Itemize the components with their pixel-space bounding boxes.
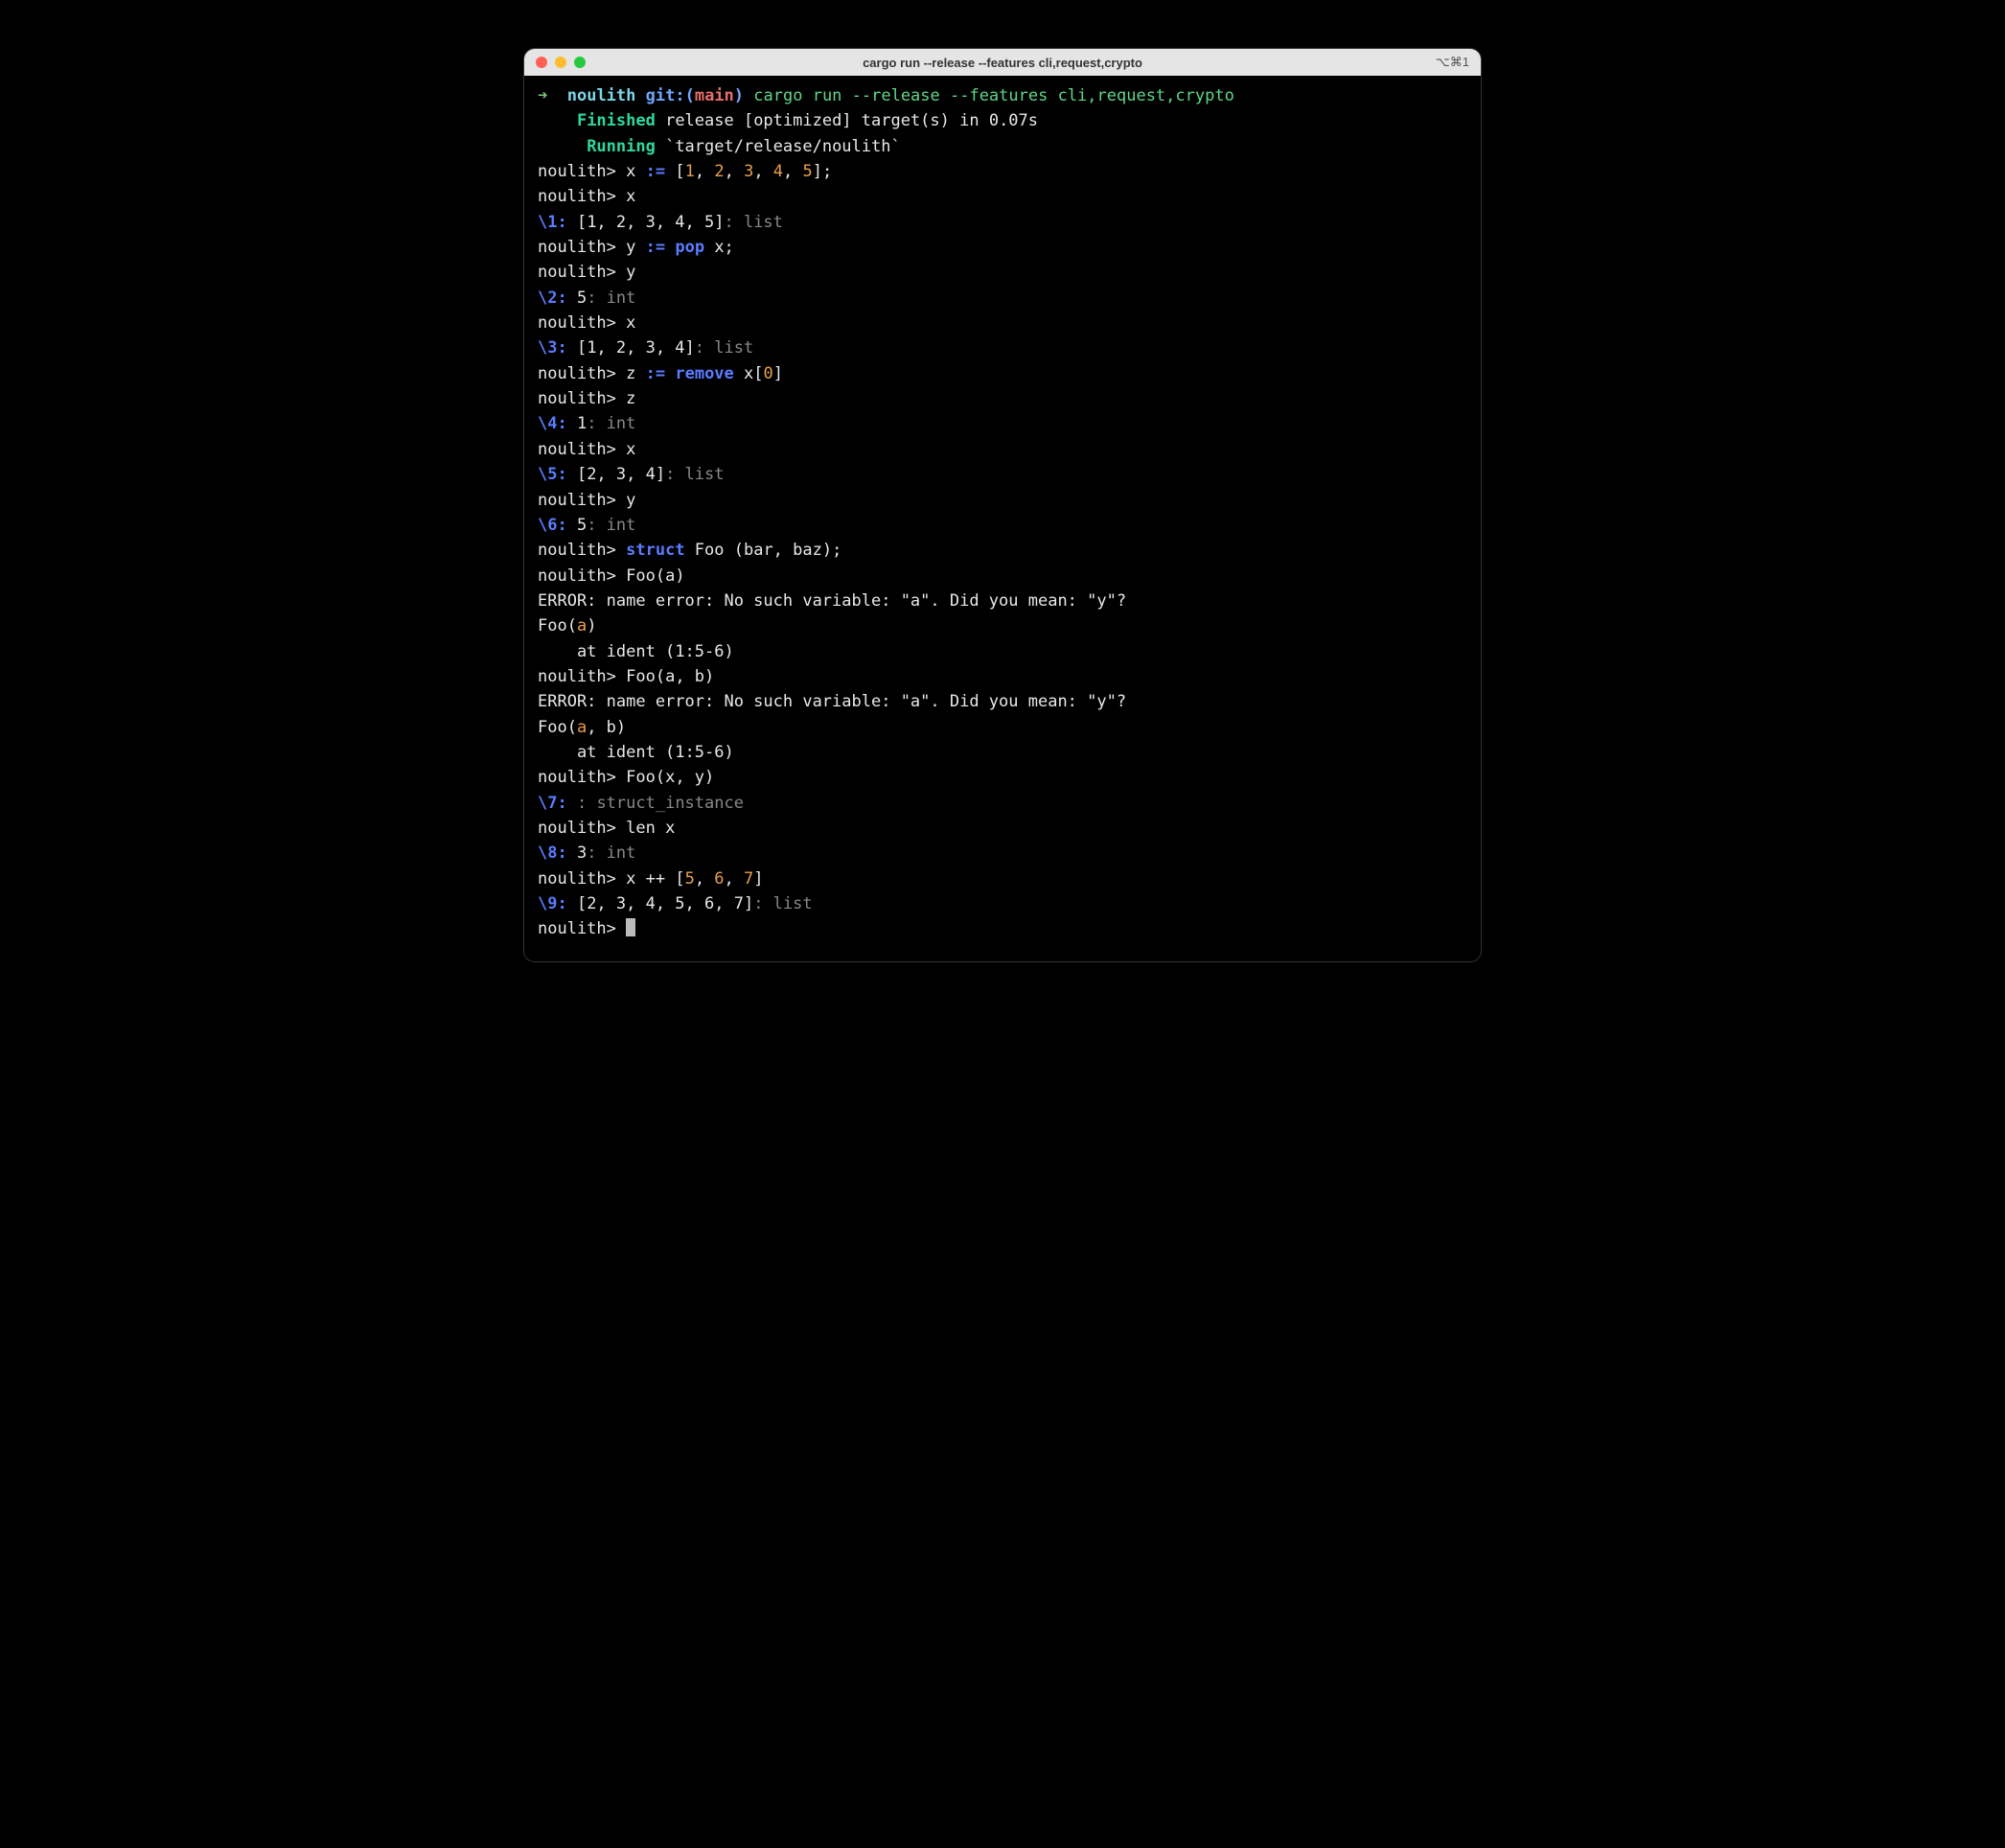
output-index: \7: <box>538 794 567 813</box>
finished-text: release [optimized] target(s) in 0.07s <box>656 111 1038 130</box>
repl-input: noulith> struct Foo (bar, baz); <box>538 538 1467 563</box>
output-index: \3: <box>538 338 567 358</box>
error-context: Foo(a, b) <box>538 715 1467 740</box>
repl-prompt: noulith> <box>538 819 616 838</box>
repl-output: \3: [1, 2, 3, 4]: list <box>538 335 1467 360</box>
repl-prompt: noulith> <box>538 313 616 333</box>
repl-prompt: noulith> <box>538 364 616 383</box>
repl-prompt: noulith> <box>538 566 616 586</box>
repl-prompt: noulith> <box>538 238 616 257</box>
output-type: : int <box>587 289 635 308</box>
cursor-icon <box>626 918 635 936</box>
close-button[interactable] <box>536 57 547 68</box>
repl-output: \2: 5: int <box>538 286 1467 311</box>
repl-input: noulith> len x <box>538 816 1467 841</box>
repl-prompt: noulith> <box>538 187 616 206</box>
repl-input: noulith> x <box>538 311 1467 335</box>
maximize-button[interactable] <box>574 57 586 68</box>
terminal-body[interactable]: ➜ noulith git:(main) cargo run --release… <box>524 76 1481 961</box>
finished-label: Finished <box>577 111 656 130</box>
output-type: : list <box>665 465 724 484</box>
repl-output: \8: 3: int <box>538 841 1467 866</box>
repl-prompt: noulith> <box>538 491 616 510</box>
repl-input: noulith> y := pop x; <box>538 235 1467 260</box>
output-value: 3 <box>567 843 587 863</box>
output-type: : list <box>753 894 812 913</box>
build-finished-line: Finished release [optimized] target(s) i… <box>538 108 1467 133</box>
repl-output: \1: [1, 2, 3, 4, 5]: list <box>538 210 1467 235</box>
repl-prompt: noulith> <box>538 389 616 408</box>
output-value: [2, 3, 4, 5, 6, 7] <box>567 894 753 913</box>
minimize-button[interactable] <box>555 57 566 68</box>
repl-input: noulith> y <box>538 260 1467 285</box>
output-type: : int <box>587 414 635 433</box>
output-type: : list <box>695 338 753 358</box>
build-running-line: Running `target/release/noulith` <box>538 134 1467 159</box>
output-index: \5: <box>538 465 567 484</box>
shell-prompt-line: ➜ noulith git:(main) cargo run --release… <box>538 83 1467 108</box>
running-label: Running <box>587 137 656 156</box>
output-value: 5 <box>567 289 587 308</box>
repl-input: noulith> Foo(a, b) <box>538 664 1467 689</box>
repl-prompt: noulith> <box>538 667 616 686</box>
output-type: : list <box>724 213 782 232</box>
repl-output: \7: : struct_instance <box>538 791 1467 816</box>
output-index: \6: <box>538 516 567 535</box>
git-paren-close: ) <box>734 86 744 105</box>
error-context: Foo(a) <box>538 613 1467 638</box>
repl-output: \6: 5: int <box>538 513 1467 538</box>
traceback-line: at ident (1:5-6) <box>538 639 1467 664</box>
repl-input: noulith> y <box>538 488 1467 513</box>
repl-input: noulith> z := remove x[0] <box>538 361 1467 386</box>
error-line: ERROR: name error: No such variable: "a"… <box>538 689 1467 714</box>
repl-prompt: noulith> <box>538 541 616 560</box>
titlebar: cargo run --release --features cli,reque… <box>524 49 1481 76</box>
window-title: cargo run --release --features cli,reque… <box>863 56 1142 70</box>
output-type: : int <box>587 843 635 863</box>
terminal-window: cargo run --release --features cli,reque… <box>523 48 1482 962</box>
output-index: \8: <box>538 843 567 863</box>
repl-prompt: noulith> <box>538 768 616 787</box>
repl-output: \4: 1: int <box>538 411 1467 436</box>
output-value: [1, 2, 3, 4] <box>567 338 695 358</box>
git-branch: main <box>695 86 734 105</box>
repl-input: noulith> x <box>538 437 1467 462</box>
repl-prompt: noulith> <box>538 919 616 938</box>
output-index: \4: <box>538 414 567 433</box>
repl-prompt: noulith> <box>538 440 616 459</box>
output-value: 1 <box>567 414 587 433</box>
output-value: [1, 2, 3, 4, 5] <box>567 213 725 232</box>
repl-input: noulith> z <box>538 386 1467 411</box>
output-type: : int <box>587 516 635 535</box>
git-paren-open: ( <box>685 86 695 105</box>
traceback-line: at ident (1:5-6) <box>538 740 1467 765</box>
repl-prompt: noulith> <box>538 263 616 282</box>
repl-output: \5: [2, 3, 4]: list <box>538 462 1467 487</box>
repl-prompt: noulith> <box>538 869 616 889</box>
shell-command: cargo run --release --features cli,reque… <box>753 86 1234 105</box>
prompt-arrow-icon: ➜ <box>538 86 547 105</box>
repl-input-active[interactable]: noulith> <box>538 916 1467 941</box>
repl-input: noulith> x ++ [5, 6, 7] <box>538 866 1467 891</box>
output-value <box>567 794 577 813</box>
output-index: \2: <box>538 289 567 308</box>
repl-input: noulith> Foo(x, y) <box>538 765 1467 790</box>
output-value: 5 <box>567 516 587 535</box>
output-index: \9: <box>538 894 567 913</box>
repl-input: noulith> x <box>538 184 1467 209</box>
output-value: [2, 3, 4] <box>567 465 665 484</box>
cwd: noulith <box>567 86 636 105</box>
traffic-lights <box>536 57 586 68</box>
running-text: `target/release/noulith` <box>656 137 901 156</box>
output-index: \1: <box>538 213 567 232</box>
repl-output: \9: [2, 3, 4, 5, 6, 7]: list <box>538 891 1467 916</box>
window-shortcut: ⌥⌘1 <box>1436 55 1469 70</box>
repl-input: noulith> x := [1, 2, 3, 4, 5]; <box>538 159 1467 184</box>
repl-input: noulith> Foo(a) <box>538 564 1467 589</box>
git-label: git: <box>646 86 685 105</box>
error-line: ERROR: name error: No such variable: "a"… <box>538 589 1467 613</box>
output-type: : struct_instance <box>577 794 744 813</box>
repl-prompt: noulith> <box>538 162 616 181</box>
